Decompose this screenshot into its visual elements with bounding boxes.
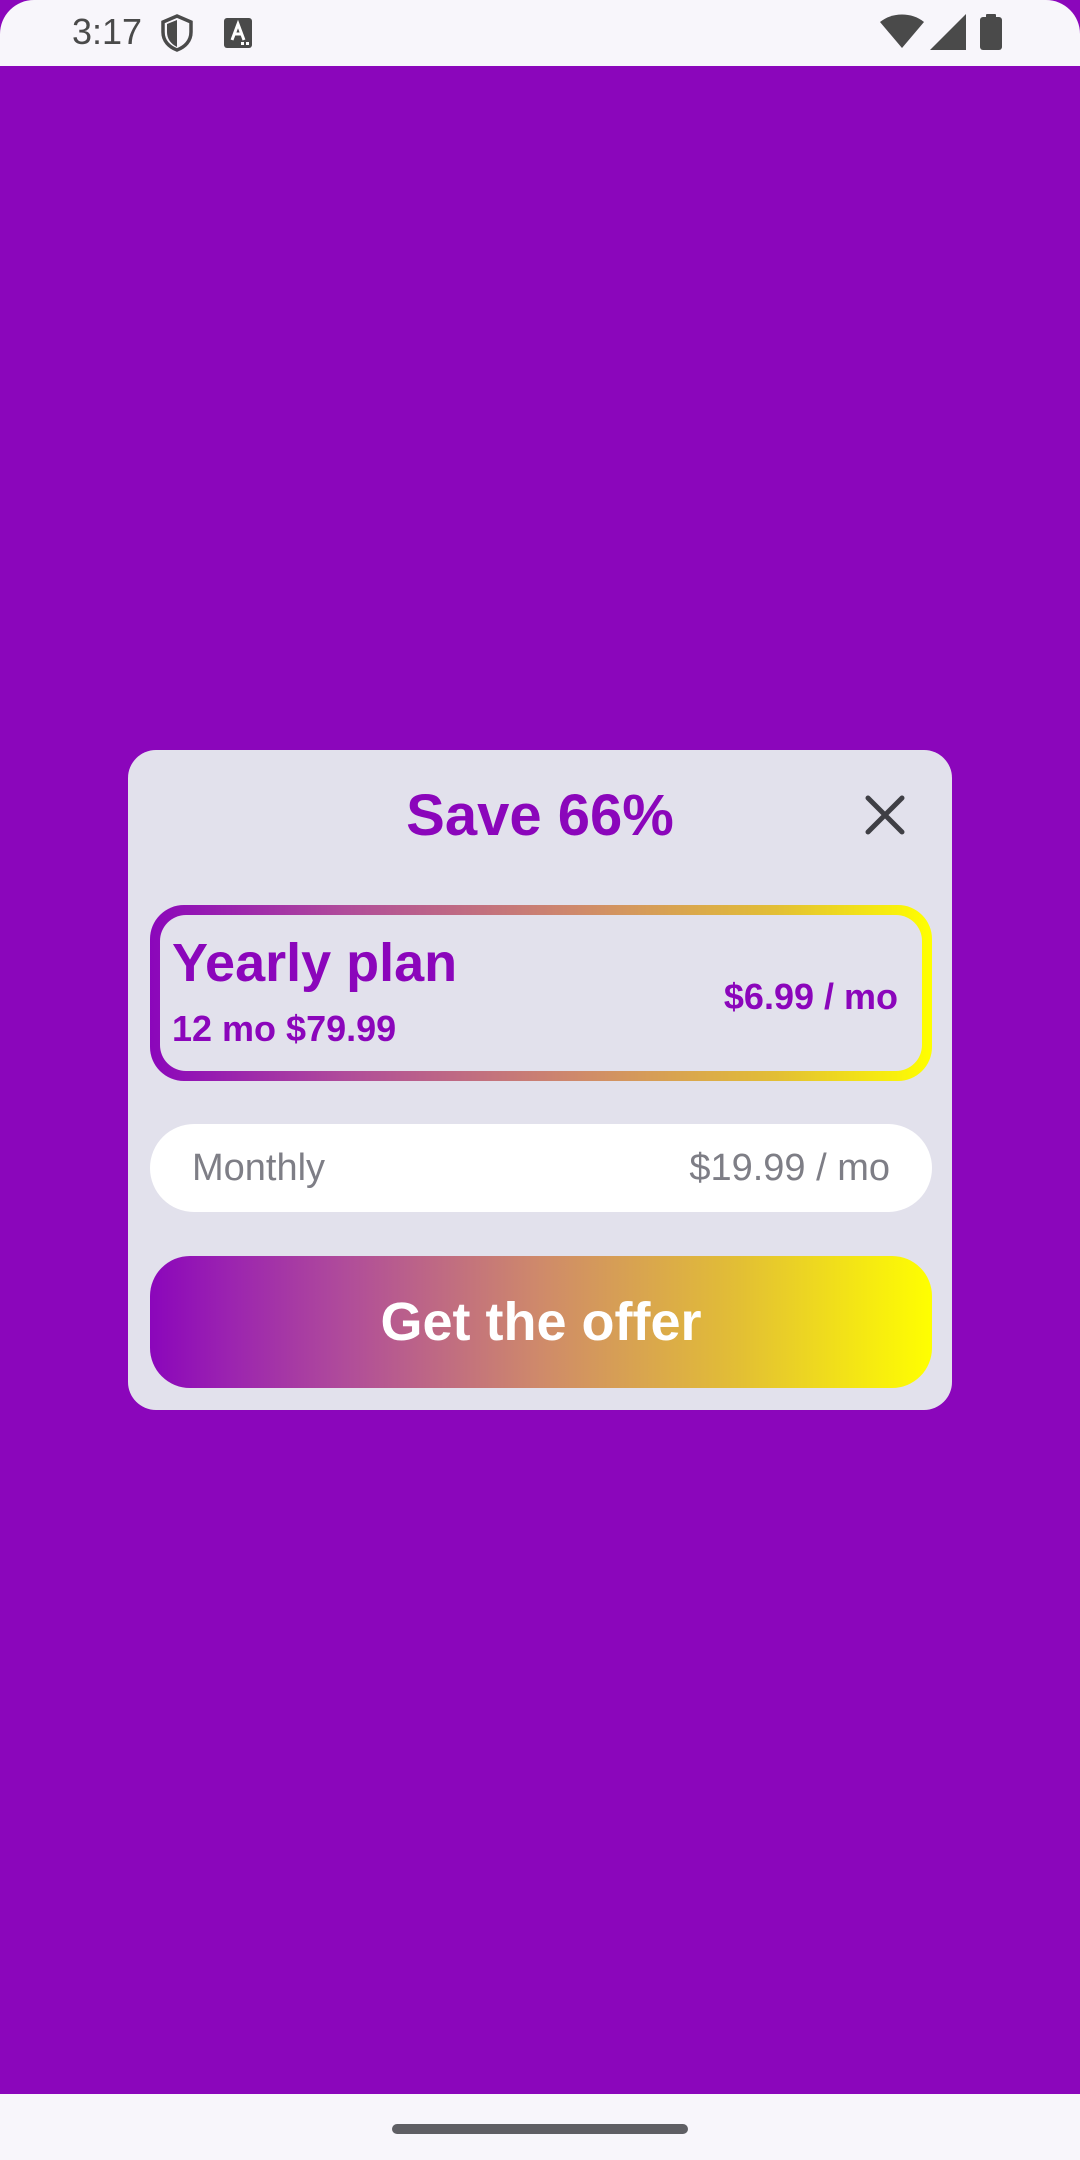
offer-dialog: Save 66% Yearly plan 12 mo $79.99 $6.99 … <box>128 750 952 1410</box>
monthly-plan-price: $19.99 / mo <box>689 1147 890 1189</box>
signal-icon <box>930 14 966 50</box>
status-bar: 3:17 <box>0 0 1080 66</box>
text-a-icon <box>224 18 252 48</box>
yearly-plan-total: 12 mo $79.99 <box>172 1008 397 1049</box>
yearly-plan-title: Yearly plan <box>172 933 458 993</box>
status-time: 3:17 <box>72 11 143 52</box>
battery-icon <box>980 14 1002 50</box>
monthly-plan-label: Monthly <box>192 1147 326 1189</box>
yearly-plan-card: Yearly plan 12 mo $79.99 $6.99 / mo <box>160 915 922 1071</box>
close-icon[interactable] <box>860 790 910 840</box>
dialog-title: Save 66% <box>406 783 674 848</box>
wifi-icon <box>880 14 924 48</box>
get-offer-button[interactable]: Get the offer <box>150 1256 932 1388</box>
monthly-plan-option[interactable]: Monthly $19.99 / mo <box>150 1124 932 1212</box>
yearly-plan-option[interactable]: Yearly plan 12 mo $79.99 $6.99 / mo <box>150 905 932 1081</box>
shield-icon <box>161 14 193 52</box>
yearly-plan-price: $6.99 / mo <box>723 976 898 1017</box>
home-gesture-handle[interactable] <box>392 2124 688 2134</box>
get-offer-label: Get the offer <box>380 1292 702 1352</box>
navigation-bar <box>0 2094 1080 2160</box>
